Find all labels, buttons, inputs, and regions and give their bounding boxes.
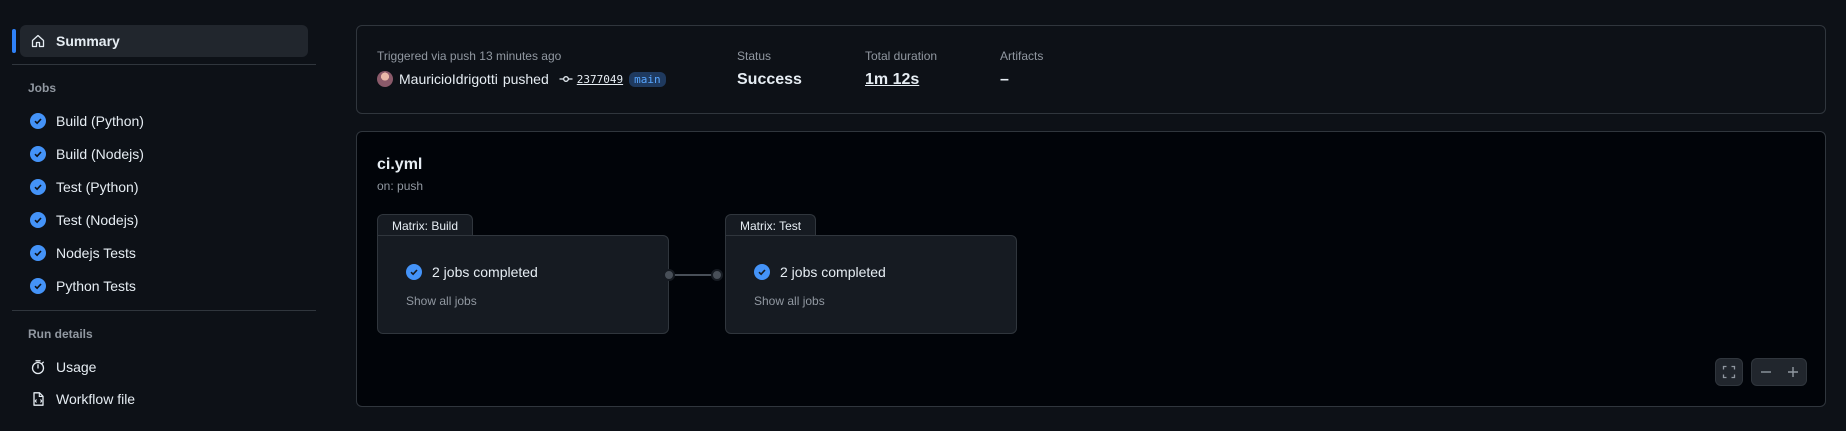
sidebar-item-label: Build (Python) bbox=[56, 113, 144, 129]
show-all-jobs-link[interactable]: Show all jobs bbox=[754, 294, 825, 308]
sidebar: Summary Jobs Build (Python) Build (Nodej… bbox=[0, 0, 320, 431]
fullscreen-button[interactable] bbox=[1715, 358, 1743, 386]
status-value: Success bbox=[737, 71, 802, 88]
run-details-section-title: Run details bbox=[28, 327, 93, 341]
sidebar-item-workflow-file[interactable]: Workflow file bbox=[20, 383, 308, 415]
artifacts-value: – bbox=[1000, 71, 1009, 88]
home-icon bbox=[30, 33, 46, 49]
matrix-tab-build: Matrix: Build bbox=[377, 214, 474, 236]
stopwatch-icon bbox=[30, 359, 46, 375]
workflow-graph-panel: ci.yml on: push Matrix: Build 2 jobs com… bbox=[356, 131, 1826, 407]
avatar bbox=[377, 71, 393, 87]
artifacts-label: Artifacts bbox=[1000, 49, 1044, 63]
sidebar-item-label: Test (Python) bbox=[56, 179, 139, 195]
show-all-jobs-link[interactable]: Show all jobs bbox=[406, 294, 477, 308]
check-circle-icon bbox=[754, 264, 770, 280]
fullscreen-icon bbox=[1722, 365, 1736, 379]
check-circle-icon bbox=[30, 179, 46, 195]
connector-line bbox=[669, 274, 717, 276]
zoom-in-icon[interactable] bbox=[1786, 365, 1800, 379]
run-summary-panel: Triggered via push 13 minutes ago Mauric… bbox=[356, 25, 1826, 114]
check-circle-icon bbox=[30, 146, 46, 162]
sidebar-item-job[interactable]: Build (Nodejs) bbox=[20, 138, 308, 170]
connector-dot bbox=[663, 269, 675, 281]
check-circle-icon bbox=[30, 212, 46, 228]
jobs-section-title: Jobs bbox=[28, 81, 57, 95]
duration-label: Total duration bbox=[865, 49, 938, 63]
matrix-test-card[interactable]: 2 jobs completed Show all jobs bbox=[725, 235, 1017, 334]
sidebar-item-job[interactable]: Python Tests bbox=[20, 270, 308, 302]
check-circle-icon bbox=[30, 245, 46, 261]
matrix-tab-test: Matrix: Test bbox=[725, 214, 817, 236]
sidebar-item-job[interactable]: Nodejs Tests bbox=[20, 237, 308, 269]
divider bbox=[12, 310, 316, 311]
sidebar-item-label: Usage bbox=[56, 359, 97, 375]
jobs-completed-text: 2 jobs completed bbox=[432, 264, 538, 280]
sidebar-item-label: Workflow file bbox=[56, 391, 136, 407]
action-text: pushed bbox=[502, 71, 549, 87]
zoom-out-icon[interactable] bbox=[1759, 365, 1773, 379]
check-circle-icon bbox=[406, 264, 422, 280]
sidebar-item-label: Python Tests bbox=[56, 278, 136, 294]
actor-name[interactable]: MauricioIdrigotti bbox=[399, 71, 498, 87]
commit-link[interactable]: 2377049 bbox=[577, 73, 623, 86]
branch-badge[interactable]: main bbox=[629, 71, 666, 87]
sidebar-item-usage[interactable]: Usage bbox=[20, 351, 308, 383]
sidebar-item-label: Nodejs Tests bbox=[56, 245, 136, 261]
jobs-status: 2 jobs completed bbox=[406, 264, 538, 280]
git-commit-icon bbox=[559, 74, 573, 84]
status-label: Status bbox=[737, 49, 772, 63]
jobs-status: 2 jobs completed bbox=[754, 264, 886, 280]
sidebar-item-label: Test (Nodejs) bbox=[56, 212, 139, 228]
sidebar-item-job[interactable]: Test (Nodejs) bbox=[20, 204, 308, 236]
check-circle-icon bbox=[30, 113, 46, 129]
commit: 2377049 bbox=[559, 73, 623, 86]
jobs-completed-text: 2 jobs completed bbox=[780, 264, 886, 280]
workflow-title: ci.yml bbox=[377, 156, 423, 173]
check-circle-icon bbox=[30, 278, 46, 294]
zoom-controls bbox=[1751, 358, 1807, 386]
sidebar-item-job[interactable]: Test (Python) bbox=[20, 171, 308, 203]
trigger-line: MauricioIdrigotti pushed 2377049 main bbox=[377, 71, 666, 87]
file-code-icon bbox=[30, 391, 46, 407]
sidebar-item-summary[interactable]: Summary bbox=[20, 25, 308, 57]
duration-value[interactable]: 1m 12s bbox=[865, 71, 919, 89]
divider bbox=[12, 64, 316, 65]
triggered-text: Triggered via push 13 minutes ago bbox=[377, 49, 562, 63]
sidebar-item-label: Summary bbox=[56, 33, 120, 49]
workflow-trigger: on: push bbox=[377, 179, 424, 193]
sidebar-item-job[interactable]: Build (Python) bbox=[20, 105, 308, 137]
matrix-build-card[interactable]: 2 jobs completed Show all jobs bbox=[377, 235, 669, 334]
connector-dot bbox=[711, 269, 723, 281]
sidebar-item-label: Build (Nodejs) bbox=[56, 146, 144, 162]
active-indicator bbox=[12, 29, 16, 53]
